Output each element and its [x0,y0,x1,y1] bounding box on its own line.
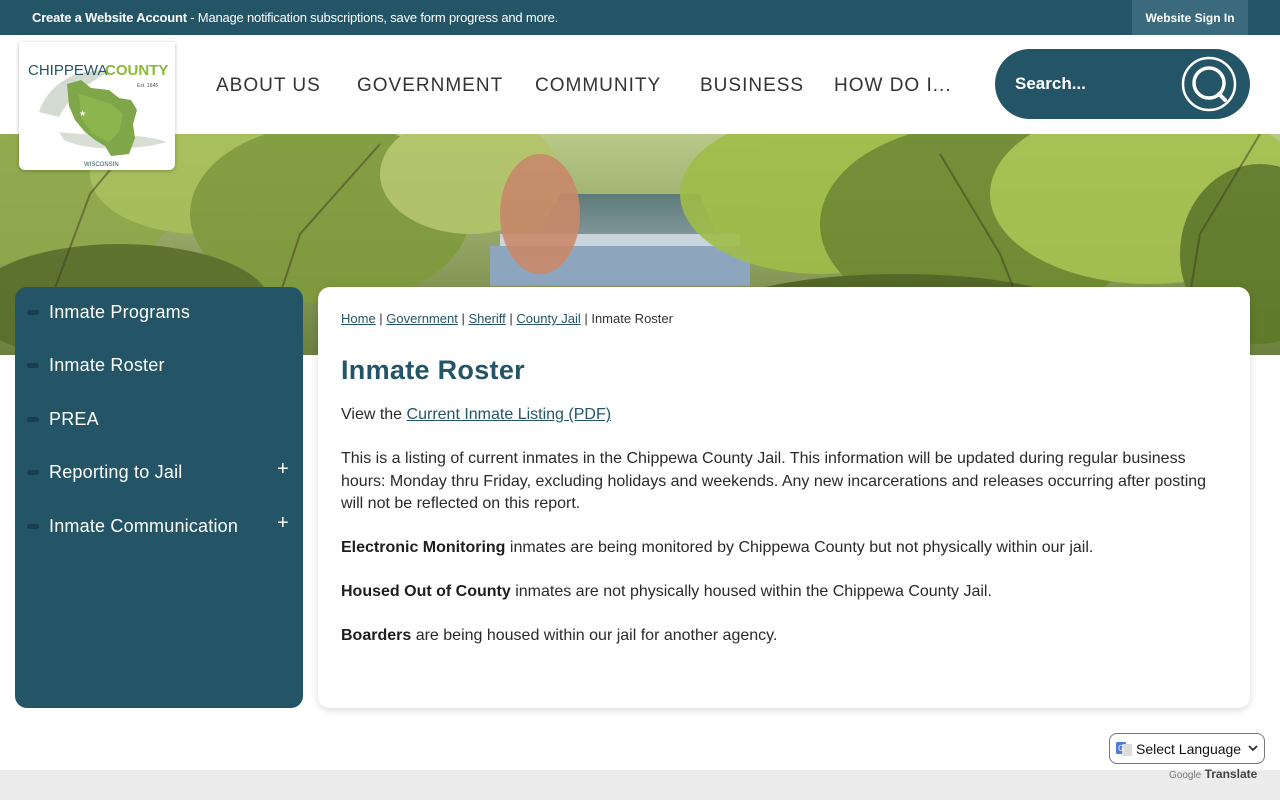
language-select[interactable]: G Select Language [1109,733,1265,764]
expand-plus-icon[interactable]: + [277,512,289,535]
breadcrumb: Home | Government | Sheriff | County Jai… [341,311,673,326]
boarders-term: Boarders [341,627,412,644]
breadcrumb-separator: | [580,311,592,326]
search-input[interactable] [1015,69,1175,99]
search-button[interactable] [1181,56,1237,112]
sidebar-item-label: Reporting to Jail [49,462,183,482]
nav-business[interactable]: BUSINESS [700,75,804,97]
svg-text:G: G [1118,744,1124,753]
dash-icon [27,524,39,529]
nav-government[interactable]: GOVERNMENT [357,75,503,97]
breadcrumb-separator: | [457,311,469,326]
breadcrumb-sheriff[interactable]: Sheriff [468,311,505,326]
electronic-monitoring-term: Electronic Monitoring [341,539,506,556]
search-box [995,49,1250,119]
sidebar-item-inmate-communication[interactable]: Inmate Communication + [15,507,303,547]
logo-text-county: COUNTY [105,62,168,79]
sidebar-navigation: Inmate Programs Inmate Roster PREA Repor… [15,287,303,708]
expand-plus-icon[interactable]: + [277,458,289,481]
electronic-monitoring-paragraph: Electronic Monitoring inmates are being … [341,537,1221,560]
translate-link[interactable]: Translate [1205,767,1258,781]
create-account-link[interactable]: Create a Website Account [32,10,187,25]
logo-state: WISCONSIN [84,162,119,168]
logo-text-chippewa: CHIPPEWA [28,62,107,79]
breadcrumb-current: Inmate Roster [591,311,673,326]
sidebar-item-label: Inmate Communication [49,516,239,536]
select-language-label: Select Language [1136,740,1242,757]
chippewa-county-logo[interactable]: ★ CHIPPEWA COUNTY Est. 1845 WISCONSIN [19,42,175,170]
sidebar-item-inmate-programs[interactable]: Inmate Programs [15,293,303,333]
site-header: ★ CHIPPEWA COUNTY Est. 1845 WISCONSIN AB… [0,35,1280,170]
sidebar-item-label: Inmate Roster [49,355,165,375]
top-notification-bar: Create a Website Account - Manage notifi… [0,0,1280,35]
powered-by-google-translate: Google Translate [1169,767,1257,781]
housed-out-of-county-paragraph: Housed Out of County inmates are not phy… [341,581,1221,604]
footer-band [0,770,1280,800]
create-account-description: - Manage notification subscriptions, sav… [186,10,559,25]
breadcrumb-home[interactable]: Home [341,311,376,326]
search-icon [1181,56,1237,112]
nav-about-us[interactable]: ABOUT US [216,75,321,97]
sidebar-item-label: PREA [49,409,99,429]
listing-description: This is a listing of current inmates in … [341,450,1207,512]
logo-graphic: ★ CHIPPEWA COUNTY Est. 1845 WISCONSIN [28,62,168,168]
nav-community[interactable]: COMMUNITY [535,75,661,97]
google-translate-icon: G [1116,741,1132,756]
capital-star-icon: ★ [79,109,86,118]
dash-icon [27,310,39,315]
current-inmate-listing-link[interactable]: Current Inmate Listing (PDF) [407,406,612,423]
boarders-paragraph: Boarders are being housed within our jai… [341,625,1221,648]
sidebar-item-inmate-roster[interactable]: Inmate Roster [15,346,303,386]
housed-out-of-county-term: Housed Out of County [341,583,511,600]
sidebar-item-label: Inmate Programs [49,302,191,322]
sidebar-item-prea[interactable]: PREA [15,400,303,440]
sidebar-item-reporting-to-jail[interactable]: Reporting to Jail + [15,453,303,493]
dash-icon [27,363,39,368]
breadcrumb-separator: | [375,311,387,326]
nav-how-do-i[interactable]: HOW DO I... [834,75,952,97]
housed-out-of-county-text: inmates are not physically housed within… [510,583,992,600]
page-title: Inmate Roster [341,355,525,385]
breadcrumb-separator: | [505,311,517,326]
electronic-monitoring-text: inmates are being monitored by Chippewa … [505,539,1094,556]
view-prefix-text: View the [341,406,407,423]
view-listing-paragraph: View the Current Inmate Listing (PDF) [341,404,1221,427]
website-sign-in-button[interactable]: Website Sign In [1132,0,1248,35]
breadcrumb-county-jail[interactable]: County Jail [516,311,580,326]
chevron-down-icon [1248,745,1258,752]
google-wordmark: Google [1169,770,1202,781]
create-account-notice[interactable]: Create a Website Account - Manage notifi… [32,10,558,25]
logo-est: Est. 1845 [137,83,158,89]
breadcrumb-government[interactable]: Government [386,311,458,326]
dash-icon [27,470,39,475]
dash-icon [27,417,39,422]
main-content: Home | Government | Sheriff | County Jai… [318,287,1250,708]
boarders-text: are being housed within our jail for ano… [411,627,778,644]
